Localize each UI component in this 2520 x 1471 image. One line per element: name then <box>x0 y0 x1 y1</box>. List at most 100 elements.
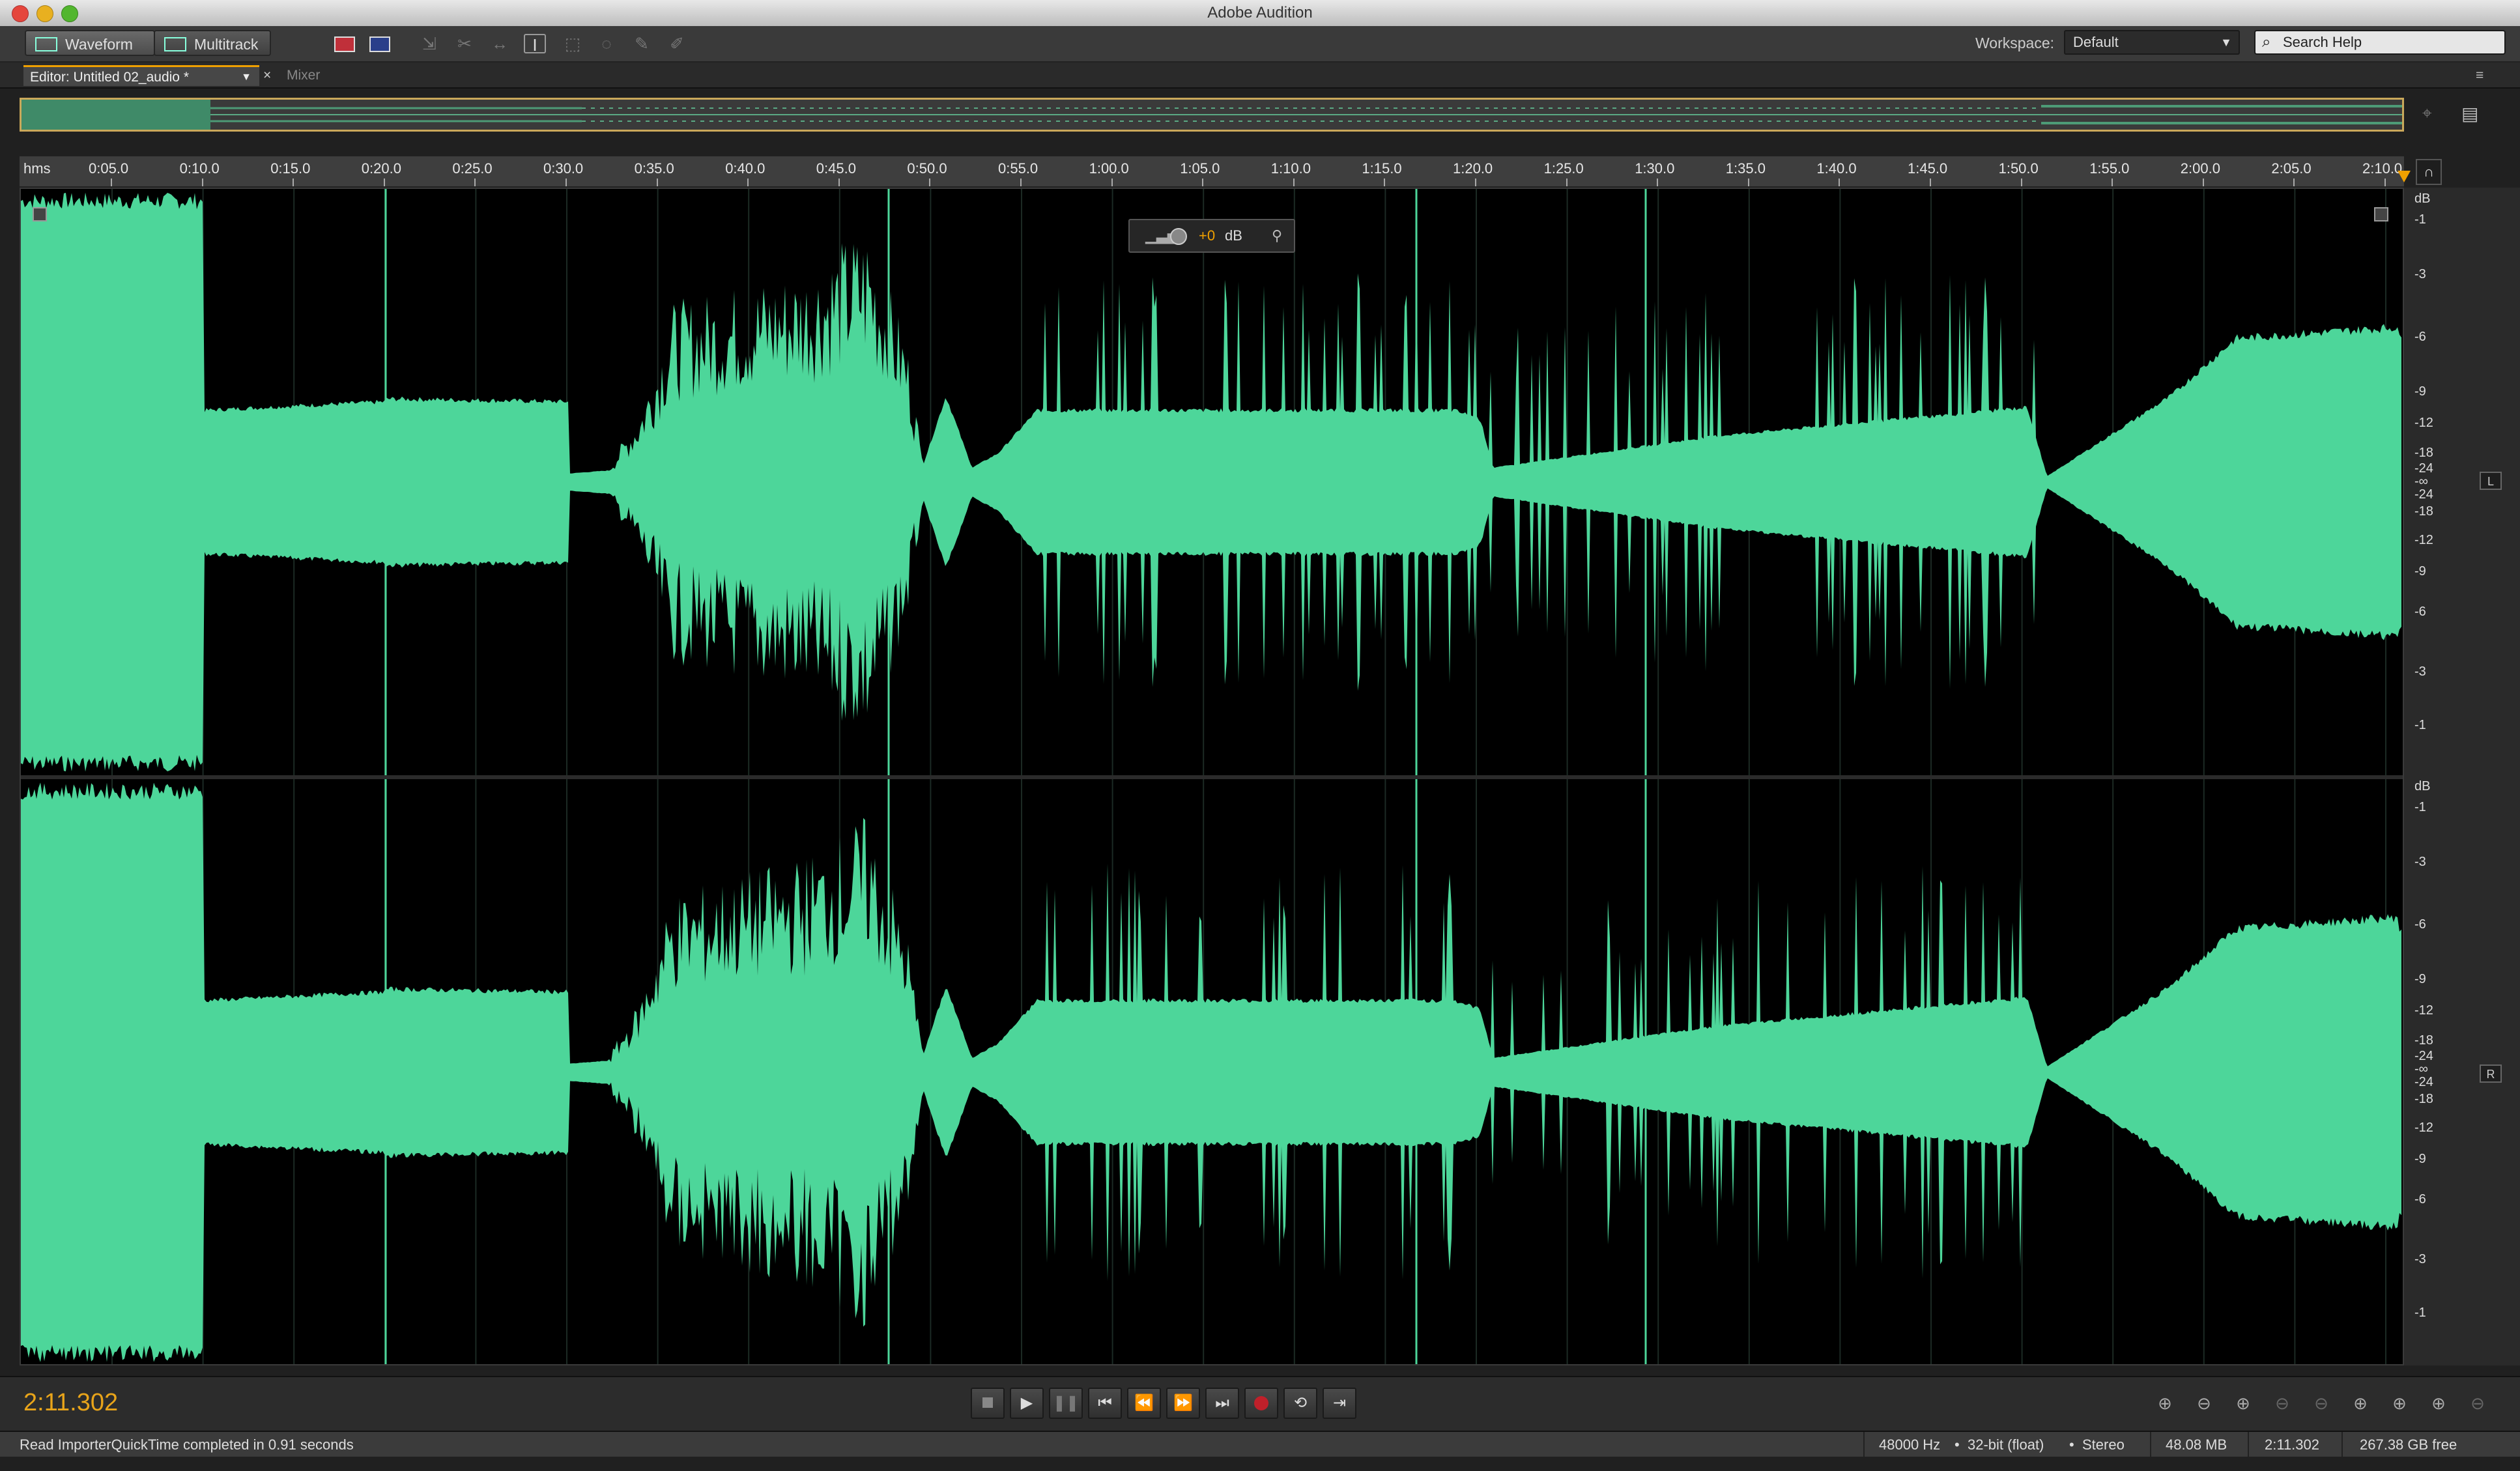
ruler-tick-label: 1:05.0 <box>1180 160 1220 177</box>
pin-hud-icon[interactable]: ⚲ <box>1272 220 1282 251</box>
volume-value[interactable]: +0 <box>1199 220 1215 251</box>
file-dropdown-chevron-icon[interactable]: ▼ <box>241 67 251 88</box>
fade-in-handle-icon[interactable] <box>33 207 47 221</box>
slip-tool-icon[interactable]: ↔ <box>489 34 511 53</box>
playhead-marker-icon[interactable] <box>2398 171 2411 182</box>
ruler-tick-mark <box>1566 179 1568 186</box>
zoom-out-amplitude-icon[interactable]: ⊖ <box>2189 1390 2219 1416</box>
multitrack-icon <box>164 37 186 51</box>
spot-healing-brush-tool-icon[interactable]: ✐ <box>666 34 688 53</box>
db-unit-label: dB <box>2414 779 2431 793</box>
db-unit-label: dB <box>2414 192 2431 206</box>
db-scale-label: -12 <box>2414 1121 2433 1135</box>
workspace-label: Workspace: <box>1975 35 2055 51</box>
zoom-to-selection-icon[interactable]: ⌖ <box>2422 103 2444 125</box>
zoom-out-full-icon[interactable]: ⊖ <box>2306 1390 2336 1416</box>
zoom-in-amplitude-icon[interactable]: ⊕ <box>2150 1390 2180 1416</box>
rewind-button[interactable]: ⏪ <box>1127 1388 1161 1419</box>
paintbrush-selection-tool-icon[interactable]: ✎ <box>631 34 653 53</box>
waveform-icon <box>35 37 57 51</box>
channel-divider[interactable] <box>21 775 2403 779</box>
ruler-tick-label: 1:35.0 <box>1725 160 1766 177</box>
move-tool-icon[interactable]: ⇲ <box>418 34 440 53</box>
play-button[interactable]: ▶ <box>1010 1388 1044 1419</box>
zoom-out-time-icon[interactable]: ⊖ <box>2267 1390 2297 1416</box>
zoom-in-at-end-icon[interactable]: ⊕ <box>2384 1390 2414 1416</box>
status-divider <box>2341 1432 2343 1457</box>
amplitude-ruler[interactable]: dB -1 -3 -6 -9 -12 -18 -24 -∞ -24 -18 -12 -9 -6 -3 -1 dB… <box>2404 188 2520 1365</box>
zoom-in-at-start-icon[interactable]: ⊕ <box>2345 1390 2375 1416</box>
time-selection-tool-icon[interactable]: I <box>524 34 546 55</box>
skip-selection-button[interactable]: ⇥ <box>1323 1388 1356 1419</box>
ruler-tick-mark <box>1293 179 1295 186</box>
db-scale-label: -6 <box>2414 605 2426 619</box>
current-time-display[interactable]: 2:11.302 <box>23 1389 118 1417</box>
zoom-selection-out-icon[interactable]: ⊖ <box>2463 1390 2493 1416</box>
fast-forward-button[interactable]: ⏩ <box>1166 1388 1200 1419</box>
ruler-tick-label: 0:15.0 <box>270 160 311 177</box>
ruler-tick-mark <box>111 179 112 186</box>
close-tab-icon[interactable]: × <box>257 65 276 86</box>
waveform-mode-button[interactable]: Waveform <box>25 30 155 56</box>
go-to-start-button[interactable]: ⏮ <box>1088 1388 1122 1419</box>
headphones-icon[interactable]: ∩ <box>2416 159 2442 185</box>
ruler-tick-label: 0:40.0 <box>725 160 766 177</box>
db-scale-label: -9 <box>2414 564 2426 578</box>
timeline-ruler[interactable]: hms 0:05.0 0:10.0 0:15.0 0:20.0 0:25.0 0:30.0… <box>20 156 2404 188</box>
ruler-tick-label: 1:30.0 <box>1635 160 1675 177</box>
spectral-pitch-display-icon[interactable] <box>369 34 391 53</box>
db-scale-label: -24 <box>2414 1075 2433 1089</box>
lasso-selection-tool-icon[interactable]: ◌ <box>595 34 618 53</box>
tab-mixer[interactable]: Mixer <box>280 65 326 86</box>
db-scale-label: -18 <box>2414 1092 2433 1106</box>
razor-tool-icon[interactable]: ✂ <box>453 34 476 53</box>
record-button[interactable] <box>1244 1388 1278 1419</box>
db-scale-label: -1 <box>2414 718 2426 732</box>
volume-knob[interactable] <box>1170 228 1187 245</box>
workspace-select[interactable]: Default ▼ <box>2064 30 2240 55</box>
ruler-tick-mark <box>293 179 294 186</box>
db-scale-label: -12 <box>2414 1003 2433 1018</box>
ruler-tick-mark <box>929 179 931 186</box>
ruler-tick-mark <box>1020 179 1022 186</box>
ruler-tick-label: 1:20.0 <box>1453 160 1493 177</box>
tab-editor[interactable]: Editor: Untitled 02_audio * ▼ <box>23 65 259 86</box>
pause-button[interactable]: ❚❚ <box>1049 1388 1083 1419</box>
go-to-end-button[interactable]: ⏭ <box>1205 1388 1239 1419</box>
ruler-tick-mark <box>2384 179 2386 186</box>
ruler-tick-label: 1:45.0 <box>1908 160 1948 177</box>
db-scale-label: -1 <box>2414 800 2426 814</box>
loop-playback-button[interactable]: ⟲ <box>1283 1388 1317 1419</box>
db-scale-label: -6 <box>2414 330 2426 344</box>
window-title: Adobe Audition <box>1207 4 1313 21</box>
waveform-channel <box>21 192 2401 772</box>
ruler-tick-label: 0:05.0 <box>89 160 129 177</box>
db-scale-label: -9 <box>2414 972 2426 986</box>
ruler-tick-label: 2:05.0 <box>2271 160 2312 177</box>
ruler-tick-label: 0:55.0 <box>998 160 1038 177</box>
marquee-selection-tool-icon[interactable]: ⬚ <box>562 34 584 53</box>
tab-editor-label: Editor: Untitled 02_audio * <box>30 70 189 85</box>
rewind-icon: ⏪ <box>1134 1394 1154 1412</box>
fade-out-handle-icon[interactable] <box>2374 207 2388 221</box>
status-divider <box>1863 1432 1865 1457</box>
panel-menu-icon[interactable]: ≡ <box>2469 65 2490 86</box>
stop-button[interactable] <box>971 1388 1005 1419</box>
db-scale-label: -6 <box>2414 1192 2426 1207</box>
search-help-input[interactable]: ⌕ Search Help <box>2254 30 2506 55</box>
waveform-overview[interactable] <box>20 98 2404 132</box>
ruler-tick-mark <box>201 179 203 186</box>
zoom-in-time-icon[interactable]: ⊕ <box>2228 1390 2258 1416</box>
spectral-frequency-display-icon[interactable] <box>334 34 356 53</box>
overview-menu-icon[interactable]: ▤ <box>2461 103 2484 125</box>
multitrack-mode-button[interactable]: Multitrack <box>154 30 271 56</box>
ruler-tick-mark <box>838 179 840 186</box>
right-channel-toggle[interactable]: R <box>2480 1064 2502 1083</box>
db-scale-label: -12 <box>2414 533 2433 547</box>
db-scale-label: -24 <box>2414 487 2433 502</box>
duration: 2:11.302 <box>2265 1436 2320 1453</box>
zoom-to-selection-button-icon[interactable]: ⊕ <box>2424 1390 2454 1416</box>
waveform-editor[interactable] <box>20 188 2404 1365</box>
workspace-select-value: Default <box>2073 34 2119 50</box>
left-channel-toggle[interactable]: L <box>2480 472 2502 490</box>
